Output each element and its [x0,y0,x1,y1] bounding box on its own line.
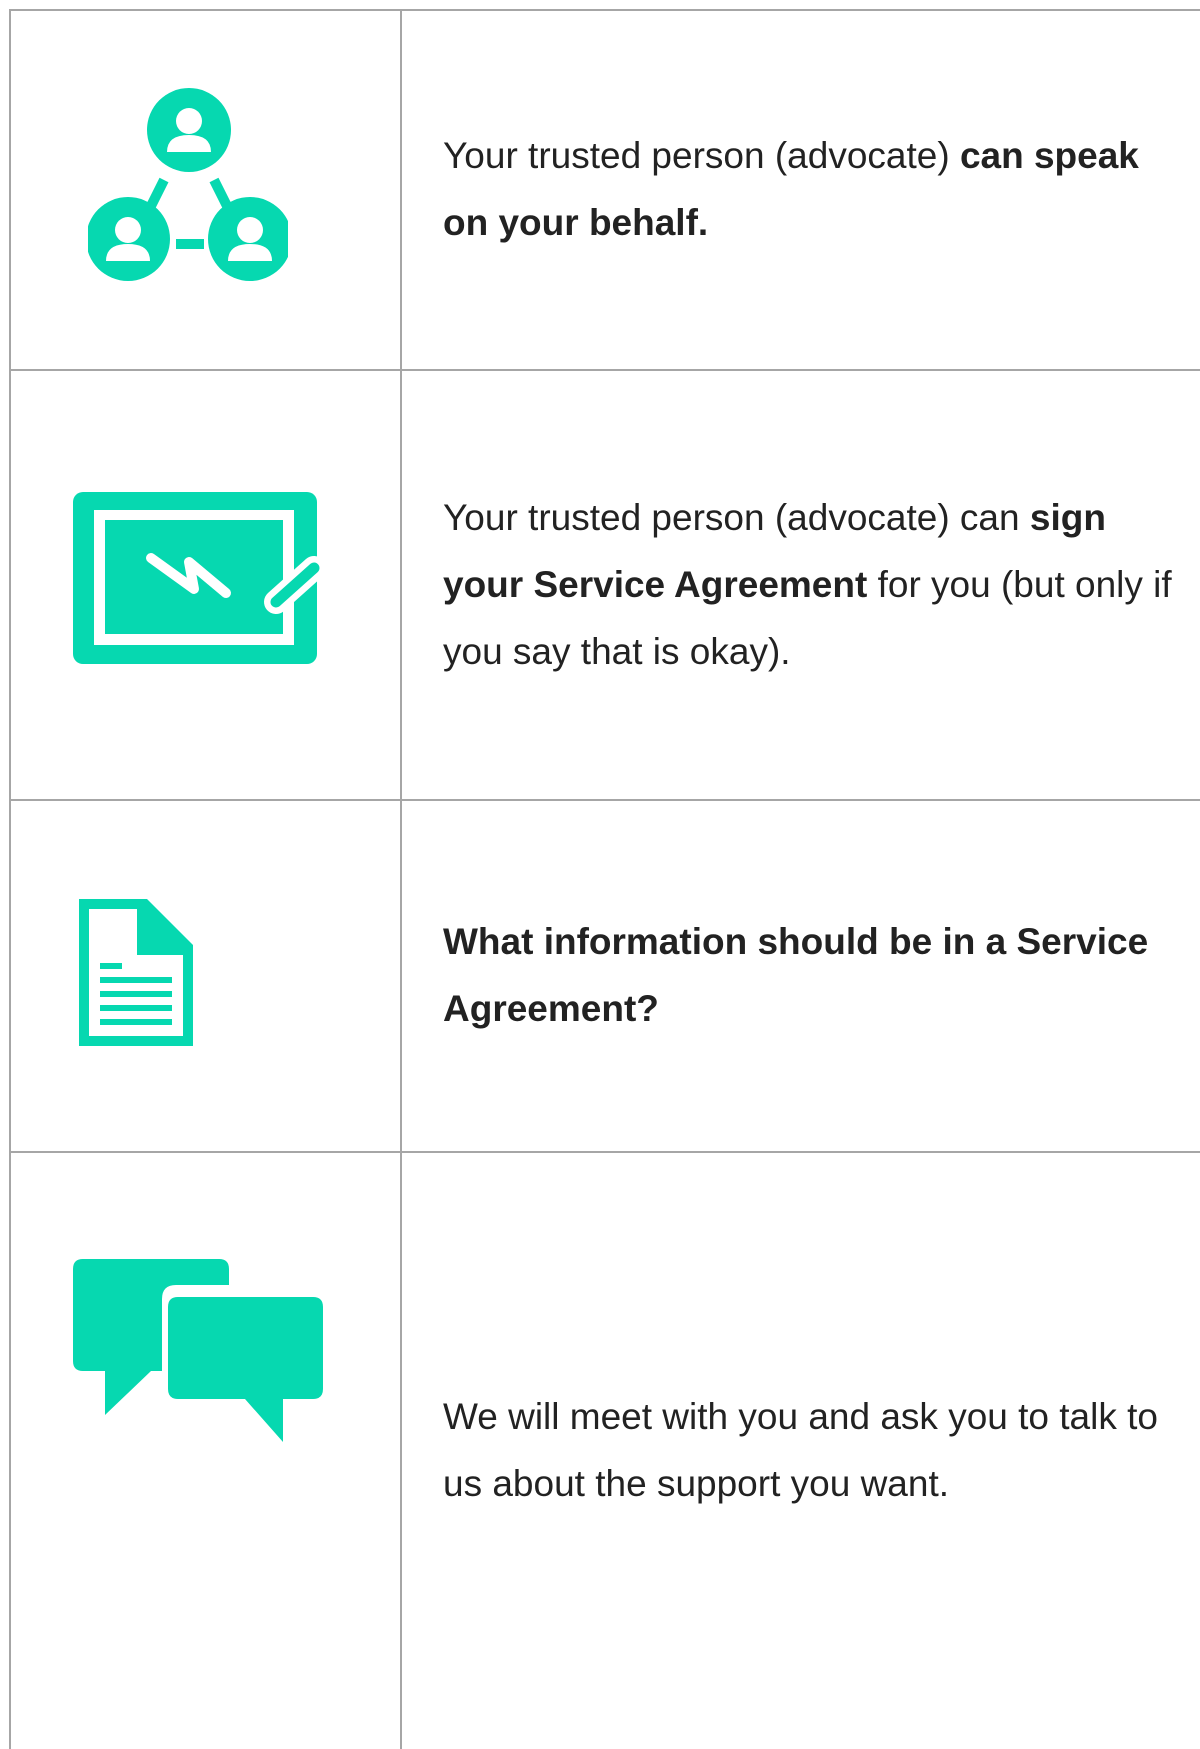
signature-board-icon [73,492,326,664]
text-segment: Your trusted person (advocate) can [443,496,1030,538]
row-1-text: Your trusted person (advocate) can speak… [401,122,1200,256]
document-icon [79,899,193,1046]
people-network-icon [88,88,288,281]
row-1-icon-cell [9,9,401,369]
text-segment: We will meet with you and ask you to tal… [443,1396,1158,1504]
text-segment: Your trusted person (advocate) [443,135,960,176]
text-segment: What information should be in a Service … [443,921,1149,1029]
row-1-text-cell: Your trusted person (advocate) can speak… [401,9,1200,369]
row-2-icon-cell [9,369,401,799]
speech-bubbles-icon [73,1259,328,1451]
row-4-text-cell: We will meet with you and ask you to tal… [401,1151,1200,1749]
row-4-icon-cell [9,1151,401,1749]
row-4-text: We will meet with you and ask you to tal… [401,1383,1200,1517]
easy-read-table: Your trusted person (advocate) can speak… [9,9,1200,1749]
row-3-text: What information should be in a Service … [401,908,1200,1042]
row-2-text-cell: Your trusted person (advocate) can sign … [401,369,1200,799]
row-2-text: Your trusted person (advocate) can sign … [401,484,1200,685]
row-3-text-cell: What information should be in a Service … [401,799,1200,1151]
row-3-icon-cell [9,799,401,1151]
